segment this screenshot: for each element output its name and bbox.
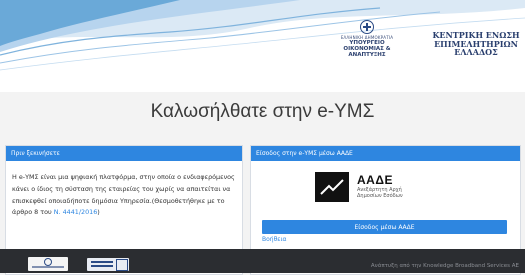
intro-card-body: Η e-ΥΜΣ είναι μια ψηφιακή πλατφόρμα, στη… — [6, 161, 242, 219]
ministry-line-3: ΟΙΚΟΝΟΜΙΑΣ & ΑΝΑΠΤΥΞΗΣ — [343, 46, 391, 58]
page-title: Καλωσήλθατε στην e-ΥΜΣ — [150, 101, 375, 122]
footer-chamber-logo — [87, 258, 129, 271]
footer-emblem-icon — [44, 258, 52, 266]
footer-logo-text-bar — [32, 266, 64, 268]
footer-chamber-text-bar-2 — [91, 265, 113, 267]
aade-login-button[interactable]: Είσοδος μέσω ΑΑΔΕ — [262, 220, 507, 234]
aade-subtitle-2: Δημοσίων Εσόδων — [357, 193, 403, 199]
help-link[interactable]: Βοήθεια — [262, 236, 287, 243]
footer-ministry-logo — [28, 257, 68, 271]
aade-logo-text: ΑΑΔΕ Ανεξάρτητη Αρχή Δημοσίων Εσόδων — [357, 173, 403, 199]
login-card-heading: Είσοδος στην e-ΥΜΣ μέσω ΑΑΔΕ — [251, 146, 520, 161]
chamber-line-3: ΕΛΛΑΔΟΣ — [454, 47, 498, 57]
footer-chamber-mark-icon — [116, 259, 128, 271]
chamber-logo: ΚΕΝΤΡΙΚΗ ΕΝΩΣΗ ΕΠΙΜΕΛΗΤΗΡΙΩΝ ΕΛΛΑΔΟΣ — [432, 31, 520, 57]
page-footer — [0, 249, 525, 273]
greek-emblem-icon — [360, 20, 374, 34]
intro-paragraph-end: ) — [97, 208, 100, 217]
page-header: ΕΛΛΗΝΙΚΗ ΔΗΜΟΚΡΑΤΙΑ ΥΠΟΥΡΓΕΙΟ ΟΙΚΟΝΟΜΙΑΣ… — [0, 0, 525, 92]
intro-paragraph: Η e-ΥΜΣ είναι μια ψηφιακή πλατφόρμα, στη… — [12, 173, 235, 217]
footer-chamber-text-bar-1 — [91, 261, 113, 263]
aade-logo-icon — [315, 172, 349, 202]
intro-card-heading: Πριν ξεκινήσετε — [6, 146, 242, 161]
ministry-logo: ΕΛΛΗΝΙΚΗ ΔΗΜΟΚΡΑΤΙΑ ΥΠΟΥΡΓΕΙΟ ΟΙΚΟΝΟΜΙΑΣ… — [327, 20, 407, 58]
aade-name: ΑΑΔΕ — [357, 173, 393, 187]
law-link[interactable]: Ν. 4441/2016 — [54, 208, 98, 216]
footer-credit: Ανάπτυξη από την Knowledge Broadband Ser… — [370, 263, 519, 269]
